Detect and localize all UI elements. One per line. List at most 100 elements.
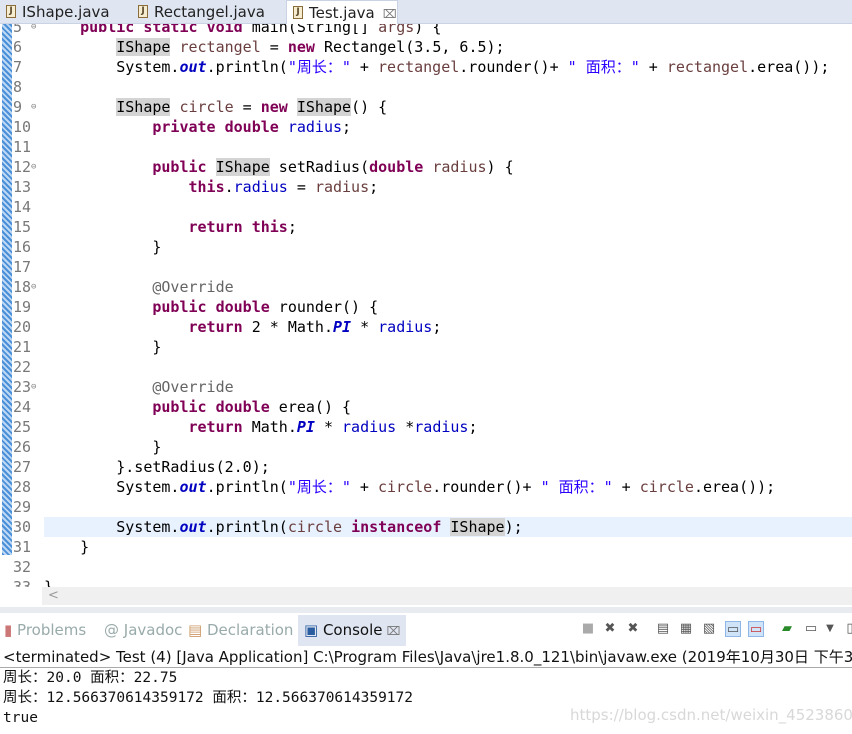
line-number: 19: [13, 298, 32, 316]
code-line[interactable]: 32: [0, 557, 852, 577]
code-token: public: [152, 158, 207, 176]
close-tab-icon[interactable]: ⌧: [383, 7, 397, 21]
code-line[interactable]: 13 this.radius = radius;: [0, 177, 852, 197]
fold-toggle-icon[interactable]: ⊖: [31, 97, 36, 117]
code-line[interactable]: 19 public double rounder() {: [0, 297, 852, 317]
code-line[interactable]: 28 System.out.println("周长：" + circle.rou…: [0, 477, 852, 497]
code-line[interactable]: 12 ⊖ public IShape setRadius(double radiu…: [0, 157, 852, 177]
code-text: IShape rectangel = new Rectangel(3.5, 6.…: [44, 37, 505, 57]
code-line[interactable]: 14: [0, 197, 852, 217]
show-console-stdout-icon[interactable]: ▭: [725, 621, 741, 637]
code-line[interactable]: 9 ⊖ IShape circle = new IShape() {: [0, 97, 852, 117]
tab-rectangel-java[interactable]: J Rectangel.java: [132, 0, 282, 24]
code-line[interactable]: 15 return this;: [0, 217, 852, 237]
remove-all-terminated-icon[interactable]: ✖: [625, 621, 641, 637]
word-wrap-icon[interactable]: ▧: [701, 621, 717, 637]
line-number: 12: [13, 158, 32, 176]
code-line[interactable]: 24 public double erea() {: [0, 397, 852, 417]
tab-test-java[interactable]: J Test.java ⌧: [286, 0, 398, 24]
clear-console-icon[interactable]: ▤: [655, 621, 671, 637]
code-text: System.out.println(circle instanceof ISh…: [44, 517, 523, 537]
code-line[interactable]: 16 }: [0, 237, 852, 257]
code-token: PI: [296, 418, 315, 436]
code-text: public IShape setRadius(double radius) {: [44, 157, 514, 177]
code-text: private double radius;: [44, 117, 351, 137]
tab-console[interactable]: ▣ Console ⌧: [298, 615, 407, 646]
code-text: @Override: [44, 377, 233, 397]
code-line[interactable]: 26 }: [0, 437, 852, 457]
line-number: 24: [13, 398, 32, 416]
code-text: @Override: [44, 277, 233, 297]
code-token: rectangel: [378, 58, 460, 76]
code-line[interactable]: 18 ⊖ @Override: [0, 277, 852, 297]
code-line[interactable]: 20 return 2 * Math.PI * radius;: [0, 317, 852, 337]
code-token: double: [215, 398, 270, 416]
code-text: public double rounder() {: [44, 297, 378, 317]
chevron-down-icon[interactable]: ▼: [822, 621, 838, 637]
console-output-line: 周长：20.0 面积：22.75: [3, 670, 178, 686]
code-token: new: [287, 38, 315, 56]
fold-toggle-icon[interactable]: ⊖: [31, 24, 36, 37]
code-line[interactable]: 11: [0, 137, 852, 157]
terminate-icon[interactable]: ■: [580, 621, 596, 637]
tab-javadoc[interactable]: @ Javadoc: [104, 619, 182, 641]
code-token: Math.: [242, 418, 297, 436]
code-token: return: [188, 318, 243, 336]
code-line[interactable]: 7 System.out.println("周长：" + rectangel.r…: [0, 57, 852, 77]
tab-label: Rectangel.java: [154, 3, 265, 21]
code-line[interactable]: 22: [0, 357, 852, 377]
tab-declaration[interactable]: ▤ Declaration: [188, 619, 293, 641]
open-console-icon[interactable]: ▯: [842, 621, 852, 637]
scroll-lock-icon[interactable]: ▦: [678, 621, 694, 637]
code-token: main(String[]: [242, 24, 379, 36]
code-token: erea() {: [269, 398, 352, 416]
code-line[interactable]: 33}: [0, 577, 852, 587]
code-token: }: [44, 438, 162, 456]
line-number: 11: [13, 138, 32, 156]
code-editor[interactable]: 5 ⊖ public static void main(String[] args…: [0, 24, 852, 587]
code-line[interactable]: 5 ⊖ public static void main(String[] args…: [0, 24, 852, 37]
code-line[interactable]: 31 }: [0, 537, 852, 557]
fold-toggle-icon[interactable]: ⊖: [31, 157, 36, 177]
code-token: radius: [414, 418, 469, 436]
line-number: 33: [13, 578, 32, 587]
code-line[interactable]: 21 }: [0, 337, 852, 357]
code-token: .rounder()+: [432, 478, 541, 496]
code-line[interactable]: 8: [0, 77, 852, 97]
code-line[interactable]: 6 IShape rectangel = new Rectangel(3.5, …: [0, 37, 852, 57]
code-token: }: [44, 538, 90, 556]
tab-ishape-java[interactable]: J IShape.java: [0, 0, 140, 24]
code-line[interactable]: 23 ⊖ @Override: [0, 377, 852, 397]
code-line[interactable]: 25 return Math.PI * radius *radius;: [0, 417, 852, 437]
code-token: public: [152, 398, 207, 416]
tab-problems[interactable]: ▮ Problems: [4, 619, 86, 641]
code-line[interactable]: 17: [0, 257, 852, 277]
code-token: =: [260, 38, 288, 56]
code-line[interactable]: 27 }.setRadius(2.0);: [0, 457, 852, 477]
pin-console-icon[interactable]: ▰: [779, 621, 795, 637]
code-line[interactable]: 30 System.out.println(circle instanceof …: [0, 517, 852, 537]
code-text: System.out.println("周长：" + rectangel.rou…: [44, 57, 829, 77]
fold-toggle-icon[interactable]: ⊖: [31, 277, 36, 297]
horizontal-scrollbar[interactable]: <: [42, 587, 852, 605]
fold-toggle-icon[interactable]: ⊖: [31, 377, 36, 397]
line-number: 6: [13, 38, 23, 56]
scroll-left-icon[interactable]: <: [48, 588, 59, 603]
code-token: .rounder()+: [459, 58, 568, 76]
display-console-icon[interactable]: ▭: [803, 621, 819, 637]
code-line[interactable]: 29: [0, 497, 852, 517]
close-console-icon[interactable]: ⌧: [387, 624, 401, 638]
code-line[interactable]: 10 private double radius;: [0, 117, 852, 137]
code-token: System.: [44, 58, 180, 76]
code-token: *: [396, 418, 415, 436]
show-console-stderr-icon[interactable]: ▭: [748, 621, 764, 637]
remove-launch-icon[interactable]: ✖: [602, 621, 618, 637]
